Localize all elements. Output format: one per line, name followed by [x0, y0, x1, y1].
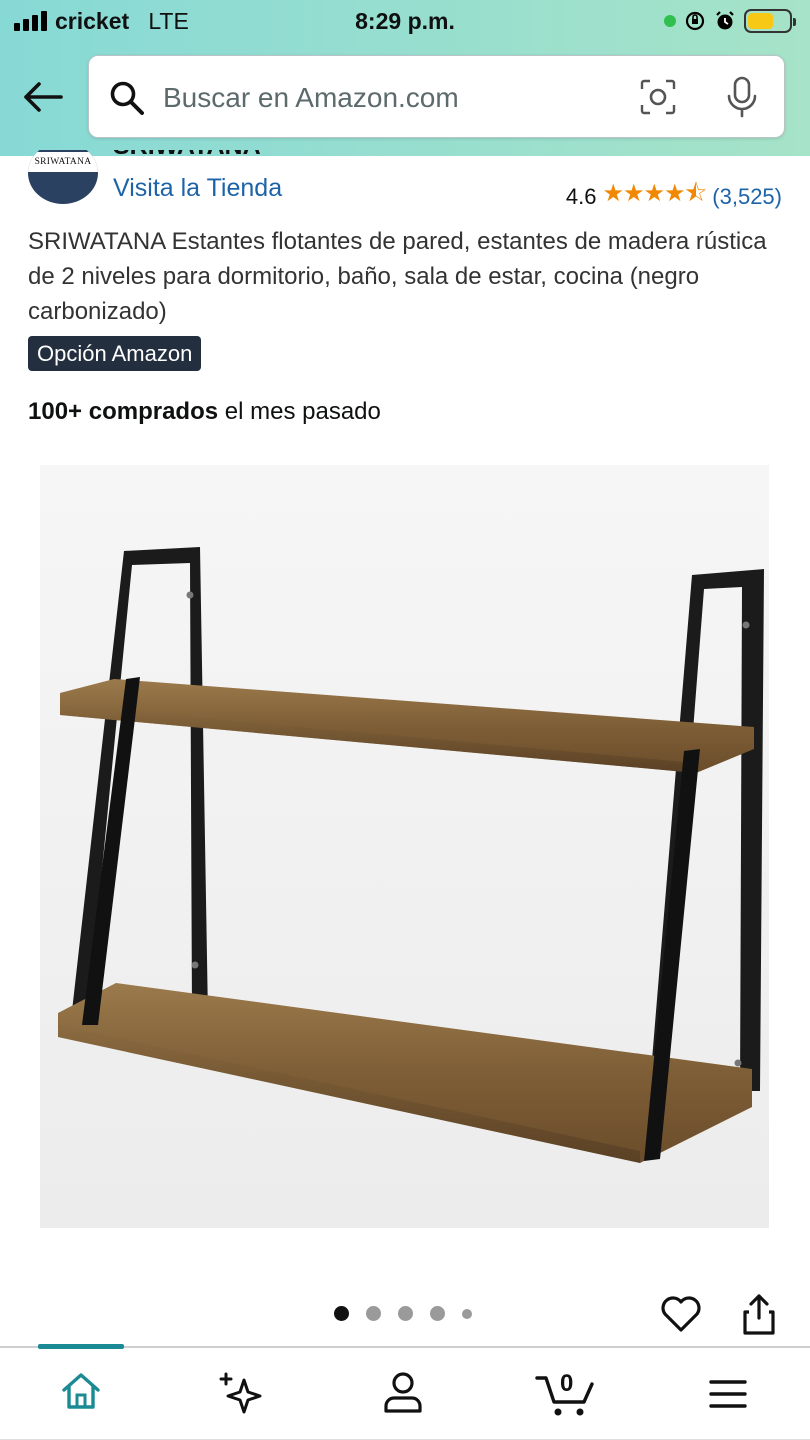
- brand-logo[interactable]: SRIWATANA: [28, 150, 98, 204]
- active-tab-indicator: [38, 1344, 124, 1349]
- ai-sparkle-icon[interactable]: [218, 1370, 266, 1416]
- search-bar[interactable]: [88, 55, 785, 138]
- alarm-icon: [716, 11, 734, 30]
- status-bar: cricket LTE 8:29 p.m.: [0, 0, 810, 44]
- amazon-choice-badge[interactable]: Opción Amazon: [28, 336, 202, 371]
- camera-search-icon[interactable]: [639, 78, 677, 116]
- shelf-illustration: [58, 547, 764, 1163]
- visit-store-link[interactable]: Visita la Tienda: [113, 174, 282, 203]
- menu-icon[interactable]: [708, 1378, 748, 1410]
- account-icon[interactable]: [382, 1370, 424, 1414]
- heart-icon[interactable]: [660, 1294, 702, 1334]
- product-title: SRIWATANA Estantes flotantes de pared, e…: [28, 228, 767, 325]
- rating-count[interactable]: (3,525): [712, 184, 782, 210]
- bottom-navigation: 0: [0, 1344, 810, 1440]
- store-row: SRIWATANA SRIWATANA Visita la Tienda 4.6…: [0, 150, 810, 220]
- back-arrow-icon[interactable]: [22, 80, 64, 114]
- microphone-icon[interactable]: [725, 76, 759, 118]
- cart-count: 0: [560, 1370, 574, 1397]
- orientation-lock-icon: [685, 11, 705, 31]
- share-icon[interactable]: [742, 1292, 776, 1336]
- pager-dot[interactable]: [462, 1308, 472, 1319]
- image-pager[interactable]: [334, 1306, 472, 1321]
- product-image[interactable]: [40, 465, 769, 1228]
- pager-dot[interactable]: [334, 1306, 349, 1321]
- brand-name[interactable]: SRIWATANA: [113, 150, 261, 161]
- search-input[interactable]: [163, 78, 603, 118]
- header: cricket LTE 8:29 p.m.: [0, 0, 810, 156]
- home-icon[interactable]: [60, 1370, 102, 1412]
- purchase-count: 100+ comprados el mes pasado: [28, 398, 381, 425]
- search-icon: [110, 81, 144, 115]
- battery-icon: [744, 9, 796, 33]
- privacy-dot-icon: [664, 15, 676, 27]
- pager-dot[interactable]: [430, 1306, 445, 1321]
- pager-dot[interactable]: [398, 1306, 413, 1321]
- star-rating-icon: ★★★★⯪: [602, 180, 707, 207]
- rating-summary[interactable]: 4.6 ★★★★⯪ (3,525): [566, 176, 782, 217]
- rating-value: 4.6: [565, 183, 597, 209]
- pager-dot[interactable]: [366, 1306, 381, 1321]
- status-icons: [664, 9, 796, 33]
